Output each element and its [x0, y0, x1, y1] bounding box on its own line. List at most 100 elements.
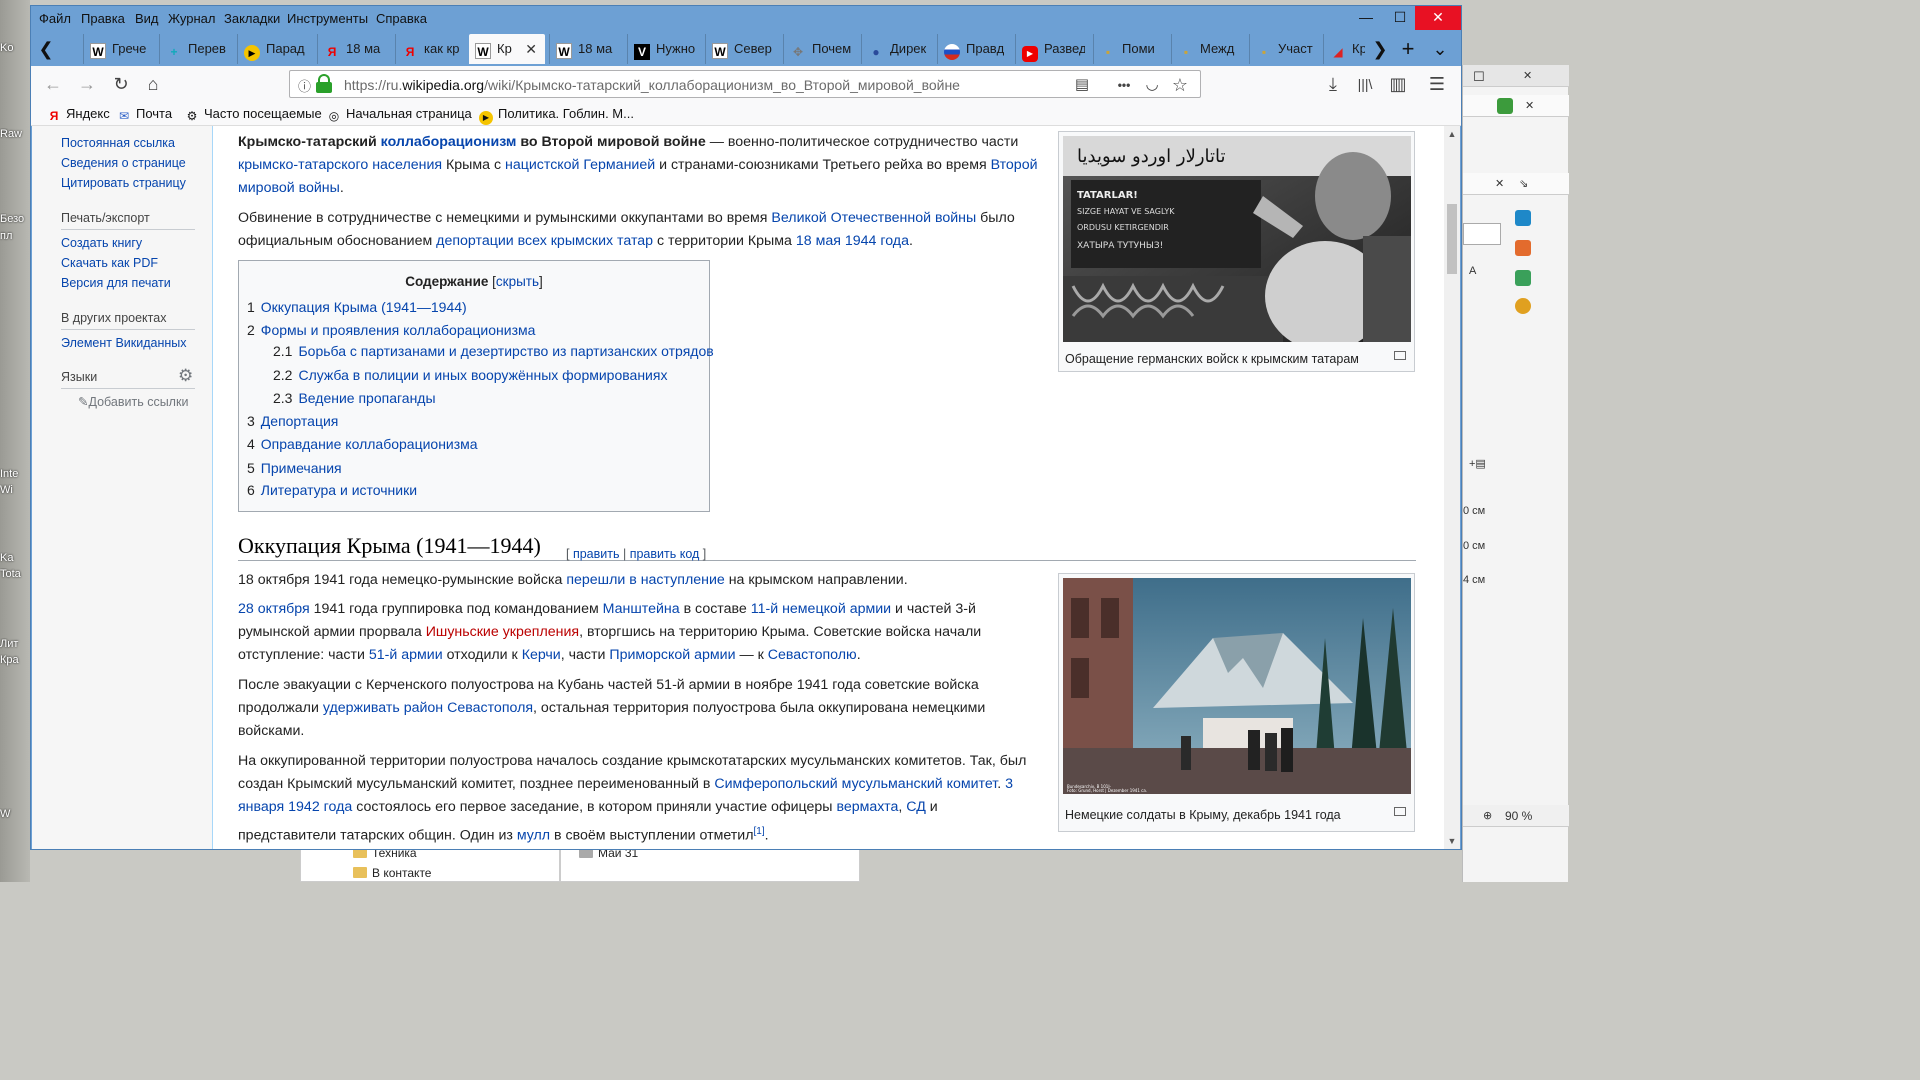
tab[interactable]: ◢ Кр: [1323, 34, 1365, 64]
tab[interactable]: W Грече: [83, 34, 149, 64]
downloads-icon[interactable]: ⤓: [1319, 71, 1347, 97]
menu-tools[interactable]: Инструменты: [287, 11, 368, 26]
scrollbar-thumb[interactable]: [1447, 204, 1457, 274]
sidebar-link-permalink[interactable]: Постоянная ссылка: [61, 136, 175, 150]
tab[interactable]: ▶ Развед: [1015, 34, 1085, 64]
photo-german-soldiers-crimea[interactable]: Bundesarchiv, B 101I- Foto: Grund, Horst…: [1063, 578, 1411, 794]
sidebar-link-page-info[interactable]: Сведения о странице: [61, 156, 186, 170]
tab[interactable]: ● Дирек: [861, 34, 929, 64]
menu-help[interactable]: Справка: [376, 11, 427, 26]
scroll-up-icon[interactable]: ▲: [1444, 126, 1460, 142]
desktop-left-strip: Ko Raw Безо пл Inte Wi Ka Tota Лит Кра W: [0, 0, 30, 882]
back-button[interactable]: ←: [39, 71, 67, 97]
tab[interactable]: Якак кр: [395, 34, 463, 64]
minimize-button[interactable]: —: [1349, 6, 1383, 30]
close-window-button[interactable]: ✕: [1415, 6, 1461, 30]
site-icon: V: [634, 44, 650, 60]
tab[interactable]: ▶ Парад: [237, 34, 307, 64]
bookmark-item[interactable]: ⚙ Часто посещаемые: [185, 106, 322, 123]
page-scrollbar[interactable]: ▲ ▼: [1444, 126, 1460, 849]
url-bar[interactable]: ⓘ https://ru.wikipedia.org/wiki/Крымско-…: [289, 70, 1201, 98]
page-content: Постоянная ссылка Сведения о странице Ци…: [32, 126, 1460, 849]
sidebar-link-pdf[interactable]: Скачать как PDF: [61, 256, 158, 270]
toc-toggle-link[interactable]: скрыть: [496, 274, 539, 289]
toc-item[interactable]: 4 Оправдание коллаборационизма: [247, 433, 478, 456]
sidebar-link-wikidata[interactable]: Элемент Викиданных: [61, 336, 187, 350]
reference-link[interactable]: [1]: [753, 826, 764, 837]
tab[interactable]: Я 18 ма: [317, 34, 385, 64]
gear-icon[interactable]: ⚙: [178, 366, 193, 386]
toc-item[interactable]: 2.3 Ведение пропаганды: [273, 387, 436, 410]
sidebar-icon[interactable]: ▥: [1384, 71, 1412, 97]
page-actions-icon[interactable]: •••: [1112, 73, 1136, 97]
paragraph: После эвакуации с Керченского полуостров…: [238, 677, 986, 739]
menu-file[interactable]: Файл: [39, 11, 71, 26]
tab[interactable]: W Север: [705, 34, 773, 64]
sidebar-link-print[interactable]: Версия для печати: [61, 276, 171, 290]
tab-title: Участ: [1278, 41, 1313, 56]
new-tab-button[interactable]: +: [1395, 34, 1421, 64]
tab[interactable]: ▪ Участ: [1249, 34, 1319, 64]
toc-item[interactable]: 2.1 Борьба с партизанами и дезертирство и…: [273, 340, 714, 363]
enlarge-icon[interactable]: [1394, 351, 1406, 360]
pencil-icon: ✎: [78, 395, 89, 409]
info-icon[interactable]: ⓘ: [298, 76, 311, 95]
desktop-label: Лит: [0, 638, 19, 650]
bookmark-star-icon[interactable]: ☆: [1168, 73, 1192, 97]
tab[interactable]: ✥ Почем: [783, 34, 851, 64]
toc-item[interactable]: 2.2 Служба в полиции и иных вооружённых ф…: [273, 364, 667, 387]
tab-title: Почем: [812, 41, 851, 56]
reader-view-icon[interactable]: ▤: [1070, 73, 1094, 97]
status-bar: ⊕ 90 %: [1463, 805, 1569, 827]
section-edit-links: [ править | править код ]: [566, 547, 707, 561]
lock-icon-body: [316, 82, 332, 93]
enlarge-icon[interactable]: [1394, 807, 1406, 816]
svg-text:ﺗﺎﺗﺎﺭﻻﺭ ﺍﻭﺭﺩﻭ ﺳﻮﻳﺪﻳﺎ: ﺗﺎﺗﺎﺭﻻﺭ ﺍﻭﺭﺩﻭ ﺳﻮﻳﺪﻳﺎ: [1077, 146, 1226, 167]
pocket-icon[interactable]: ◡: [1140, 73, 1164, 97]
tab-list-icon[interactable]: ⌄: [1427, 34, 1453, 64]
toc-item[interactable]: 3 Депортация: [247, 410, 338, 433]
tab[interactable]: + Перев: [159, 34, 227, 64]
sidebar-link-cite[interactable]: Цитировать страницу: [61, 176, 186, 190]
edit-code-link[interactable]: править код: [630, 547, 700, 561]
menu-icon[interactable]: ☰: [1423, 71, 1451, 97]
menu-bookmarks[interactable]: Закладки: [224, 11, 280, 26]
edit-link[interactable]: править: [573, 547, 620, 561]
tab[interactable]: ▪ Межд: [1171, 34, 1241, 64]
toc-item[interactable]: 2 Формы и проявления коллаборационизма: [247, 319, 535, 342]
menu-view[interactable]: Вид: [135, 11, 159, 26]
bookmark-item[interactable]: ▶ Политика. Гоблин. М...: [479, 106, 634, 125]
close-tab-icon[interactable]: ✕: [525, 34, 537, 64]
reload-button[interactable]: ↻: [107, 71, 135, 97]
tab[interactable]: ▪ Поми: [1093, 34, 1163, 64]
sidebar-heading-projects: В других проектах: [61, 311, 167, 325]
tab-active[interactable]: W Кр ✕: [469, 34, 545, 64]
sidebar-heading-languages: Языки: [61, 370, 98, 384]
desktop-label: Raw: [0, 128, 23, 140]
scroll-down-icon[interactable]: ▼: [1444, 833, 1460, 849]
tab-scroll-left-icon[interactable]: ❮: [33, 34, 59, 64]
paragraph: 28 октября 1941 года группировка под ком…: [238, 601, 982, 663]
sidebar-link-create-book[interactable]: Создать книгу: [61, 236, 142, 250]
sidebar-divider: [61, 388, 195, 389]
menu-history[interactable]: Журнал: [168, 11, 215, 26]
bookmark-item[interactable]: ✉ Почта: [117, 106, 172, 123]
tab[interactable]: W 18 ма: [549, 34, 617, 64]
tab[interactable]: V Нужно: [627, 34, 695, 64]
tab-scroll-right-icon[interactable]: ❯: [1367, 34, 1393, 64]
bookmark-item[interactable]: Я Яндекс: [47, 106, 110, 123]
add-links-link[interactable]: ✎Добавить ссылки: [78, 394, 188, 409]
toc-item[interactable]: 1 Оккупация Крыма (1941—1944): [247, 296, 467, 319]
folder-icon: [353, 867, 367, 878]
toc-item[interactable]: 5 Примечания: [247, 457, 342, 480]
home-button[interactable]: ⌂: [139, 71, 167, 97]
library-icon[interactable]: |||\: [1351, 71, 1379, 97]
bookmark-item[interactable]: ◎ Начальная страница: [327, 106, 472, 123]
tab[interactable]: ● Правд: [937, 34, 1007, 64]
menu-edit[interactable]: Правка: [81, 11, 125, 26]
yandex-icon: Я: [405, 45, 415, 59]
maximize-button[interactable]: ☐: [1383, 6, 1417, 30]
forward-button[interactable]: →: [73, 71, 101, 97]
photo-propaganda-poster[interactable]: ﺗﺎﺗﺎﺭﻻﺭ ﺍﻭﺭﺩﻭ ﺳﻮﻳﺪﻳﺎ TATARLAR! SIZGE HAY…: [1063, 136, 1411, 342]
toc-item[interactable]: 6 Литература и источники: [247, 479, 417, 502]
